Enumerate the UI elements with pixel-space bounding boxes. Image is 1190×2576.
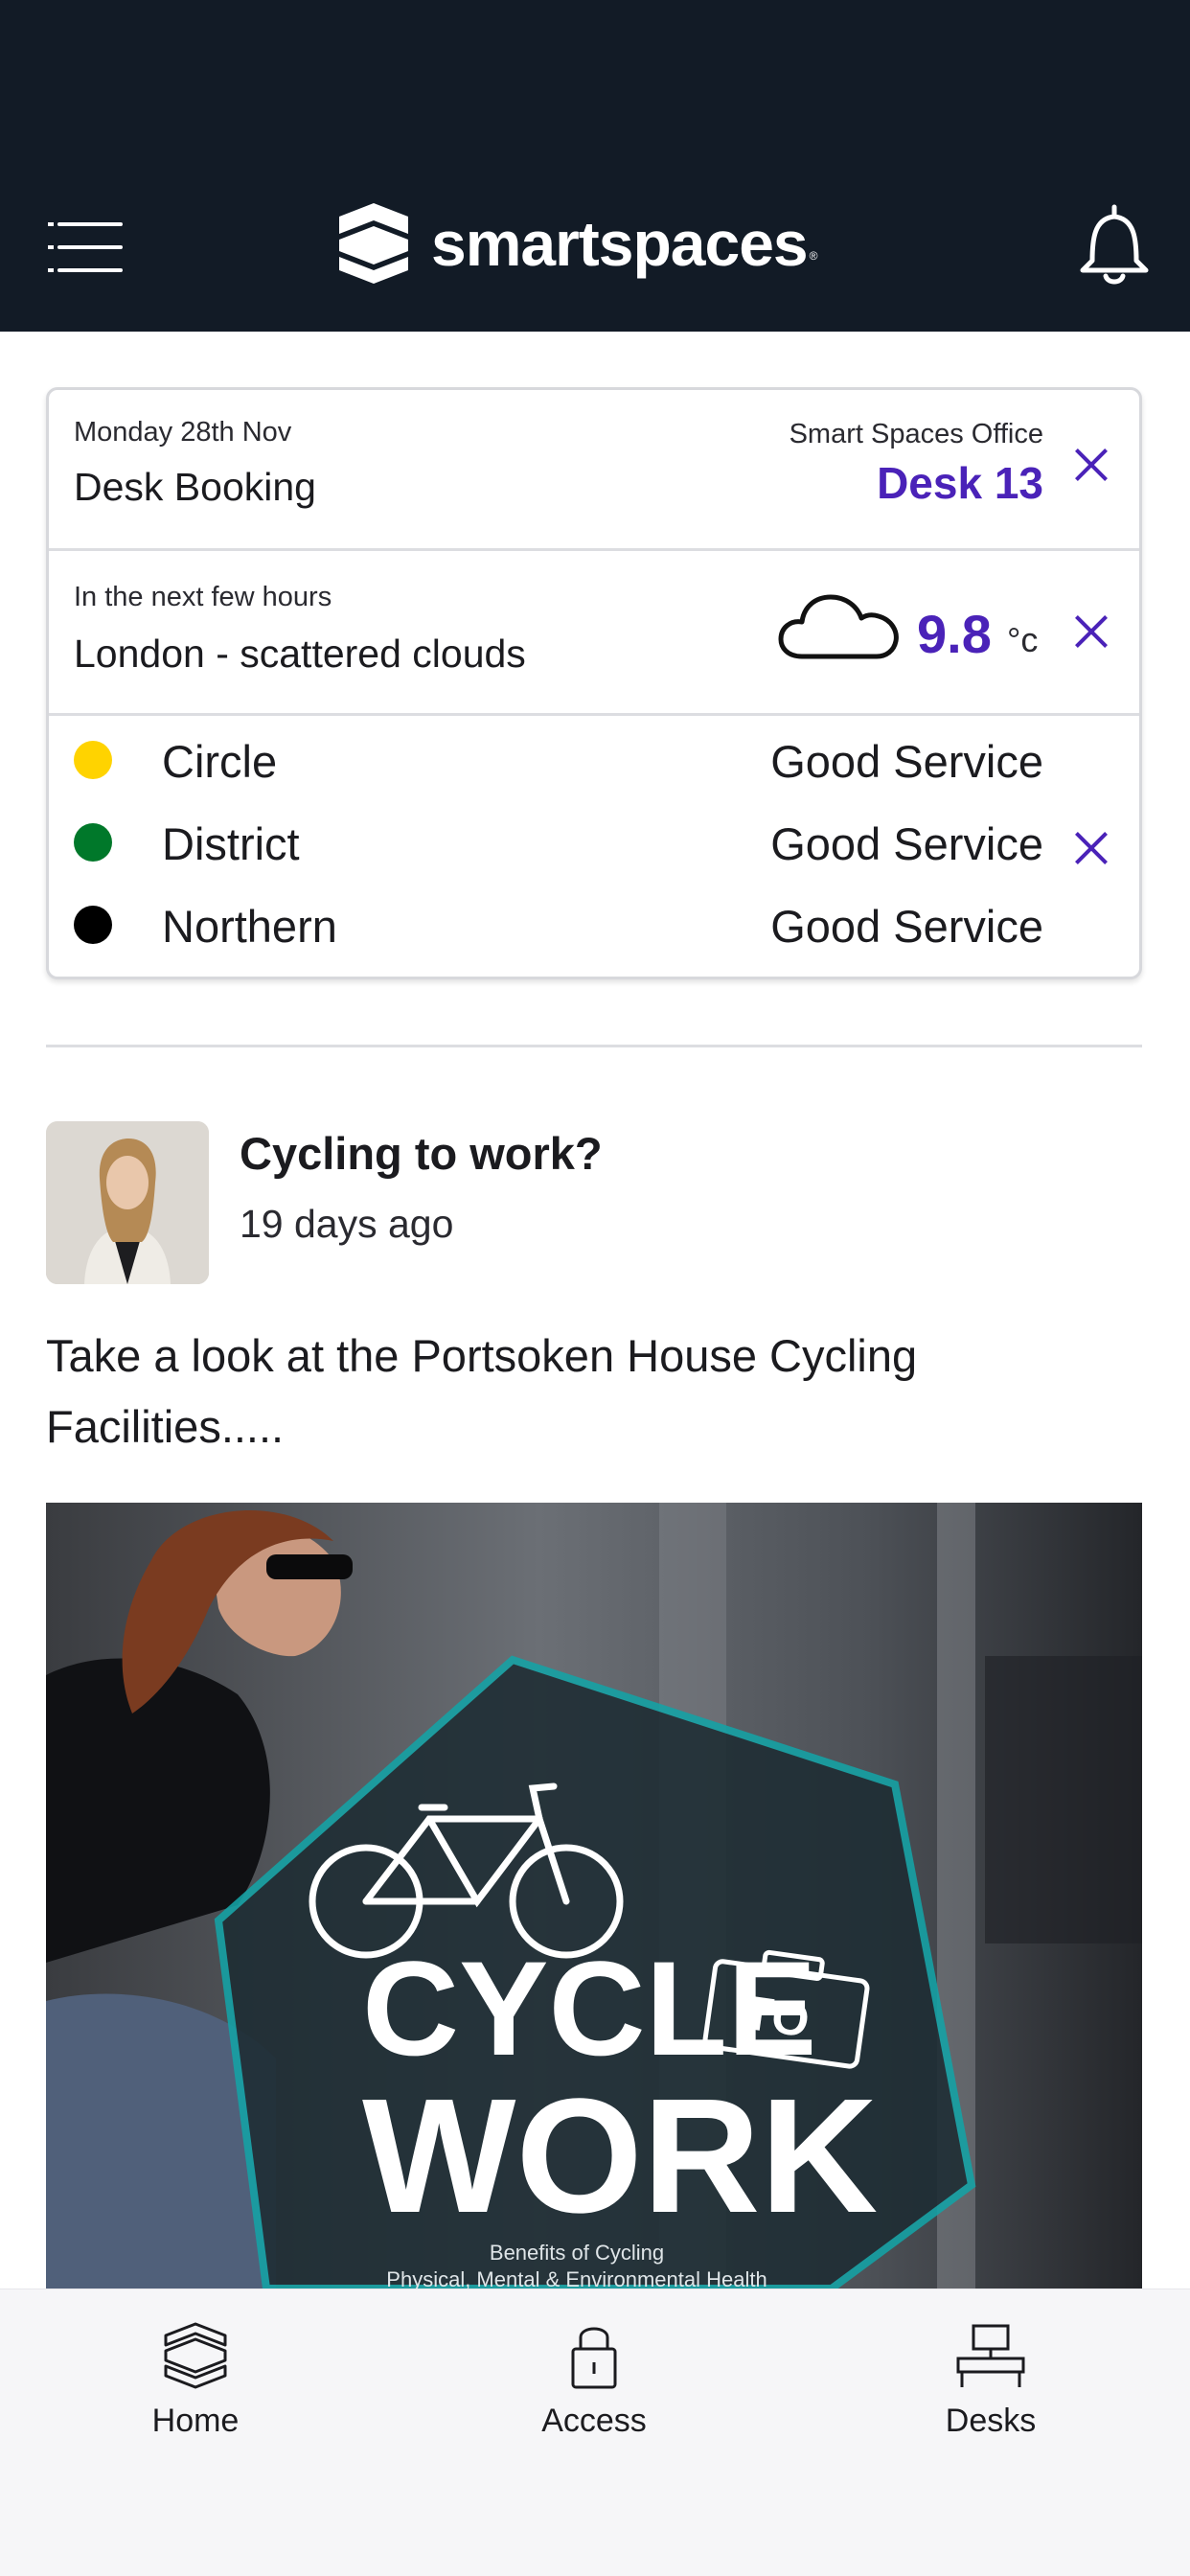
nav-label-desks: Desks bbox=[945, 2403, 1037, 2439]
padlock-icon bbox=[571, 2327, 617, 2389]
app-header: smartspaces ® bbox=[0, 0, 1190, 332]
smartspaces-logo-icon bbox=[339, 203, 408, 284]
image-caption-2: Physical, Mental & Environmental Health bbox=[386, 2267, 767, 2288]
dismiss-weather-close-icon[interactable] bbox=[1072, 610, 1110, 649]
dismiss-booking-close-icon[interactable] bbox=[1072, 444, 1110, 482]
line-status: Good Service bbox=[770, 901, 1043, 952]
booking-location: Smart Spaces Office bbox=[789, 419, 1043, 449]
line-status: Good Service bbox=[770, 818, 1043, 869]
bell-icon[interactable] bbox=[1071, 201, 1157, 288]
nav-tab-desks[interactable]: Desks bbox=[866, 2320, 1115, 2464]
booking-type: Desk Booking bbox=[74, 465, 316, 509]
nav-label-access: Access bbox=[541, 2403, 647, 2439]
line-color-dot bbox=[74, 823, 112, 862]
tube-line-district: District Good Service bbox=[49, 802, 1139, 885]
tube-line-northern: Northern Good Service bbox=[49, 885, 1139, 967]
nav-label-home: Home bbox=[151, 2403, 240, 2439]
section-divider bbox=[46, 1045, 1142, 1047]
info-card: Monday 28th Nov Desk Booking Smart Space… bbox=[46, 387, 1142, 979]
line-name: District bbox=[162, 818, 300, 869]
author-avatar bbox=[46, 1121, 209, 1284]
post-title[interactable]: Cycling to work? bbox=[240, 1127, 603, 1180]
post-image[interactable]: CYCLE TO WORK Benefits of Cycling Physic… bbox=[46, 1503, 1142, 2288]
line-status: Good Service bbox=[770, 736, 1043, 787]
temperature-unit: °c bbox=[1007, 620, 1039, 659]
post-body-text: Take a look at the Portsoken House Cycli… bbox=[46, 1330, 918, 1452]
home-layers-icon bbox=[164, 2322, 227, 2389]
desk-booking-row[interactable]: Monday 28th Nov Desk Booking Smart Space… bbox=[49, 390, 1139, 551]
weather-subtitle: In the next few hours bbox=[74, 582, 332, 612]
bottom-navigation: Home Access Desks bbox=[0, 2288, 1190, 2576]
weather-temperature: 9.8 bbox=[917, 604, 992, 664]
work-headline: WORK bbox=[362, 2065, 878, 2247]
post-timestamp: 19 days ago bbox=[240, 1202, 454, 1246]
nav-tab-access[interactable]: Access bbox=[469, 2320, 719, 2464]
booking-date: Monday 28th Nov bbox=[74, 417, 292, 448]
brand-logo: smartspaces ® bbox=[337, 199, 817, 288]
registered-mark: ® bbox=[809, 249, 818, 263]
line-name: Northern bbox=[162, 901, 337, 952]
tube-status-row: Circle Good Service District Good Servic… bbox=[49, 716, 1139, 977]
weather-summary: London - scattered clouds bbox=[74, 632, 526, 676]
line-name: Circle bbox=[162, 736, 278, 787]
line-color-dot bbox=[74, 741, 112, 779]
booking-desk: Desk 13 bbox=[877, 458, 1043, 508]
image-caption-1: Benefits of Cycling bbox=[490, 2241, 664, 2265]
desk-icon bbox=[956, 2324, 1025, 2387]
line-color-dot bbox=[74, 906, 112, 944]
hamburger-menu-icon[interactable] bbox=[48, 218, 125, 276]
weather-row: In the next few hours London - scattered… bbox=[49, 551, 1139, 716]
tube-line-circle: Circle Good Service bbox=[49, 720, 1139, 802]
brand-name: smartspaces bbox=[431, 208, 809, 279]
nav-tab-home[interactable]: Home bbox=[71, 2320, 320, 2464]
cloud-icon bbox=[778, 594, 899, 659]
to-badge: TO bbox=[741, 1986, 813, 2048]
dismiss-tube-close-icon[interactable] bbox=[1072, 827, 1110, 865]
